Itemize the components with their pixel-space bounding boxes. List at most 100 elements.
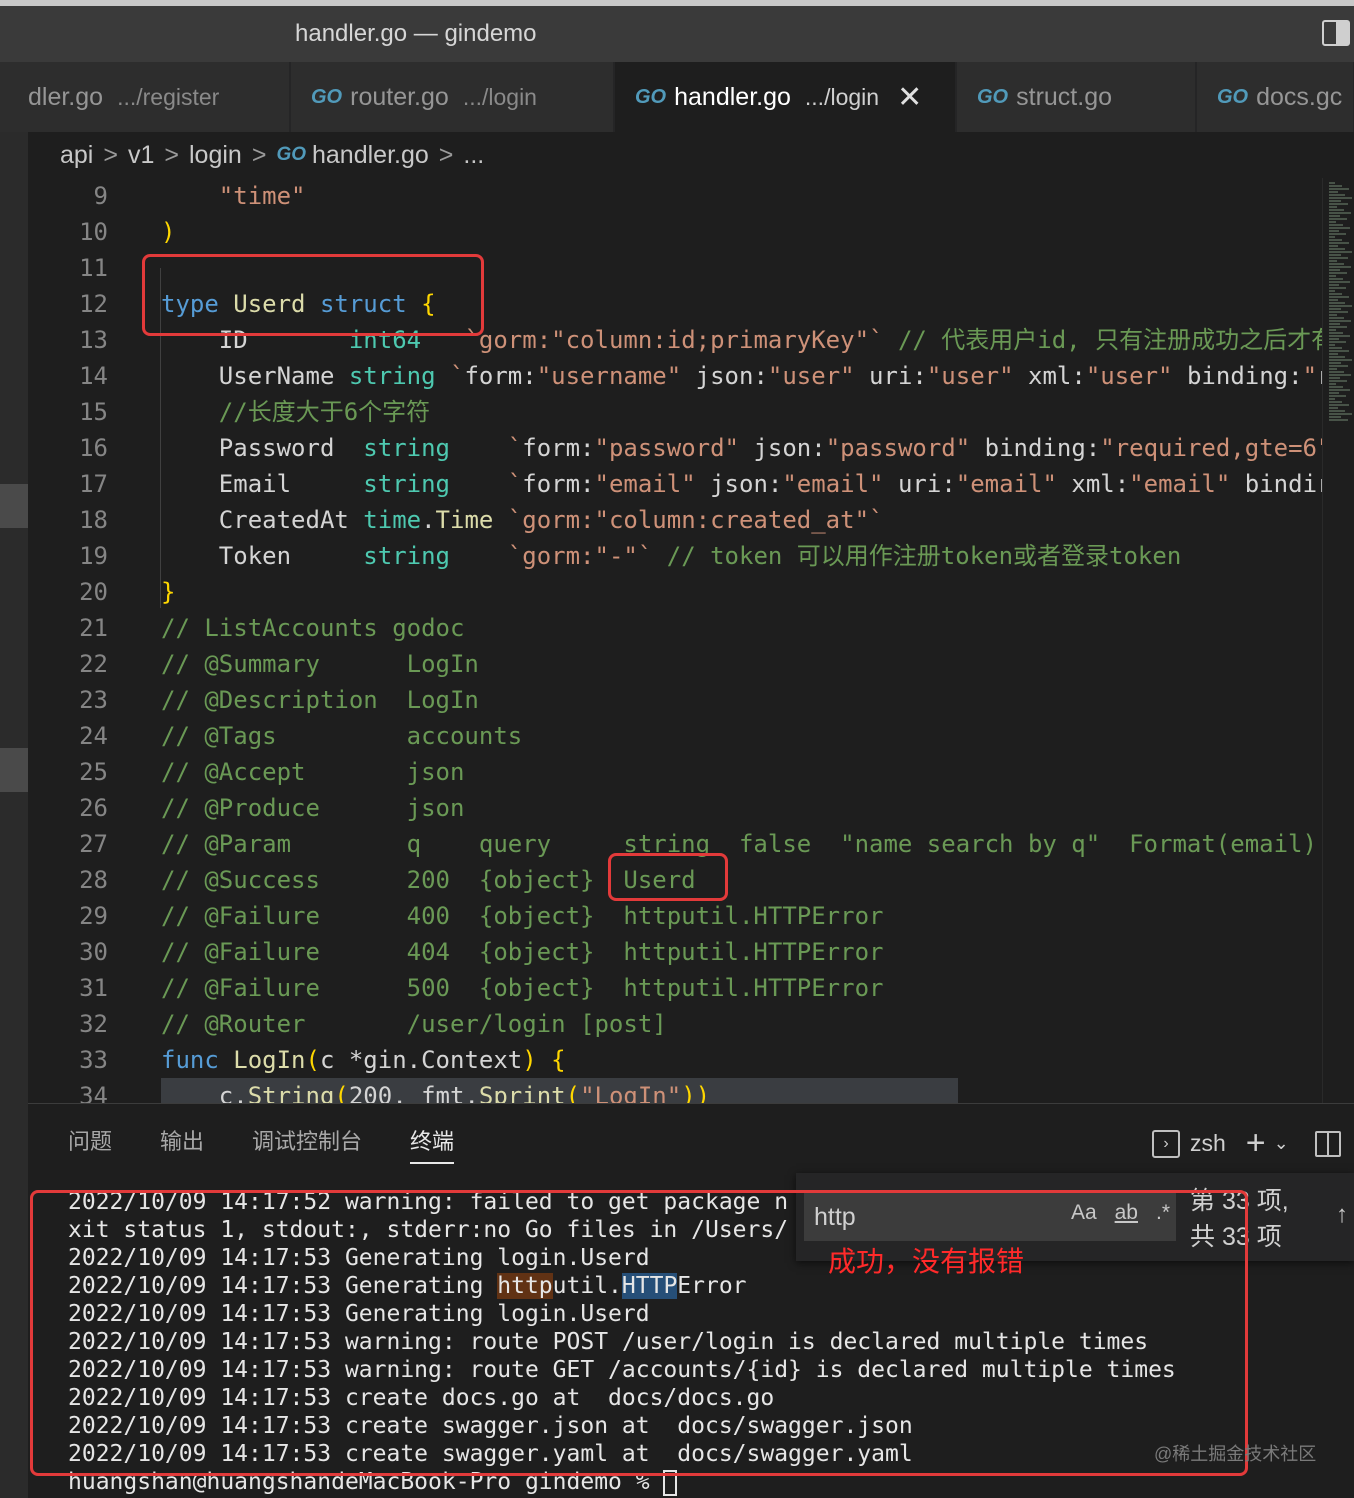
minimap-line	[1329, 323, 1340, 325]
toggle-secondary-sidebar-icon[interactable]	[1322, 20, 1350, 46]
code-line: //长度大于6个字符	[218, 398, 431, 426]
code-line: // @Accept json	[161, 758, 465, 786]
chevron-down-icon[interactable]: ⌄	[1274, 1133, 1289, 1154]
line-number: 28	[79, 866, 108, 894]
minimap-line	[1329, 392, 1339, 394]
minimap-line	[1329, 182, 1335, 184]
code-line: Email string `form:"email" json:"email" …	[161, 470, 1322, 498]
code-line: Token string `gorm:"-"` // token 可以用作注册t…	[161, 542, 1182, 570]
minimap-line	[1329, 320, 1351, 322]
tab-dir: .../login	[804, 83, 880, 110]
minimap-line	[1329, 206, 1337, 208]
minimap-line	[1329, 248, 1345, 250]
chevron-right-icon: >	[438, 140, 454, 169]
line-number: 20	[79, 578, 108, 606]
minimap-line	[1329, 194, 1345, 196]
minimap-line	[1329, 275, 1336, 277]
line-number: 10	[79, 218, 108, 246]
minimap-line	[1329, 296, 1349, 298]
previous-match-icon[interactable]: ↑	[1336, 1201, 1348, 1229]
annotation-box-struct	[142, 254, 484, 336]
minimap-line	[1329, 329, 1336, 331]
watermark: @稀土掘金技术社区	[1154, 1444, 1317, 1464]
line-number: 31	[79, 974, 108, 1002]
line-number: 22	[79, 650, 108, 678]
tab-struct[interactable]: GO struct.go	[957, 62, 1196, 132]
tab-terminal[interactable]: 终端	[410, 1124, 455, 1164]
minimap-line	[1329, 410, 1345, 412]
tab-filename: router.go	[350, 82, 449, 111]
tab-output[interactable]: 输出	[160, 1124, 204, 1164]
minimap-line	[1329, 254, 1341, 256]
minimap-line	[1329, 218, 1347, 220]
activity-item[interactable]	[0, 748, 28, 792]
minimap-line	[1329, 299, 1338, 301]
terminal-shell-name[interactable]: zsh	[1190, 1130, 1226, 1157]
line-number: 30	[79, 938, 108, 966]
minimap-line	[1329, 251, 1352, 253]
line-number: 29	[79, 902, 108, 930]
code-line: UserName string `form:"username" json:"u…	[161, 362, 1322, 390]
minimap-line	[1329, 377, 1340, 379]
minimap-line	[1329, 338, 1339, 340]
minimap-line	[1329, 233, 1346, 235]
minimap-line	[1329, 332, 1343, 334]
minimap-line	[1329, 272, 1347, 274]
minimap-line	[1329, 362, 1341, 364]
minimap-line	[1329, 257, 1348, 259]
line-number: 23	[79, 686, 108, 714]
activity-item[interactable]	[0, 484, 28, 528]
minimap-line	[1329, 344, 1335, 346]
code-line: // @Summary LogIn	[161, 650, 479, 678]
minimap-line	[1329, 341, 1346, 343]
breadcrumb-file[interactable]: handler.go	[312, 141, 429, 170]
tab-router[interactable]: GO router.go .../login	[291, 62, 614, 132]
add-terminal-icon[interactable]: +	[1246, 1124, 1266, 1163]
breadcrumb-symbol[interactable]: ...	[463, 141, 484, 170]
minimap-line	[1329, 191, 1338, 193]
breadcrumb-item[interactable]: api	[60, 141, 93, 170]
minimap-line	[1329, 260, 1337, 262]
tab-docs[interactable]: GO docs.gc	[1197, 62, 1354, 132]
tab-debug-console[interactable]: 调试控制台	[252, 1124, 362, 1164]
line-number: 15	[79, 398, 108, 426]
line-number: 16	[79, 434, 108, 462]
code-line: )	[161, 218, 176, 246]
chevron-right-icon: >	[103, 140, 118, 169]
minimap-line	[1329, 227, 1350, 229]
code-line: // @Produce json	[161, 794, 465, 822]
go-file-icon: GO	[635, 85, 667, 108]
tab-dir: .../login	[462, 83, 537, 110]
tab-handler-login[interactable]: GO handler.go .../login ✕	[615, 62, 956, 132]
minimap-line	[1329, 326, 1347, 328]
line-number: 11	[79, 254, 108, 282]
close-icon[interactable]: ✕	[897, 80, 922, 115]
minimap-line	[1329, 353, 1338, 355]
line-number: 33	[79, 1046, 108, 1074]
minimap-line	[1329, 239, 1342, 241]
breadcrumb-item[interactable]: login	[189, 141, 242, 170]
minimap-line	[1329, 311, 1348, 313]
minimap-line	[1329, 302, 1345, 304]
annotation-box-terminal	[30, 1190, 1248, 1476]
line-number: 26	[79, 794, 108, 822]
minimap-line	[1329, 383, 1336, 385]
line-number: 18	[79, 506, 108, 534]
minimap-line	[1329, 356, 1345, 358]
line-number: 17	[79, 470, 108, 498]
minimap-line	[1329, 404, 1349, 406]
minimap-line	[1329, 293, 1342, 295]
tab-handler-register[interactable]: dler.go .../register	[0, 62, 290, 132]
tab-problems[interactable]: 问题	[68, 1124, 112, 1164]
code-line: // @Failure 404 {object} httputil.HTTPEr…	[161, 938, 884, 966]
code-line: // @Description LogIn	[161, 686, 479, 714]
line-number: 25	[79, 758, 108, 786]
go-file-icon: GO	[1217, 85, 1249, 108]
split-terminal-icon[interactable]	[1314, 1130, 1341, 1157]
minimap-line	[1329, 236, 1335, 238]
minimap[interactable]	[1322, 178, 1354, 1103]
line-number: 21	[79, 614, 108, 642]
go-file-icon: GO	[977, 85, 1009, 108]
minimap-line	[1329, 389, 1350, 391]
breadcrumb-item[interactable]: v1	[128, 141, 154, 170]
